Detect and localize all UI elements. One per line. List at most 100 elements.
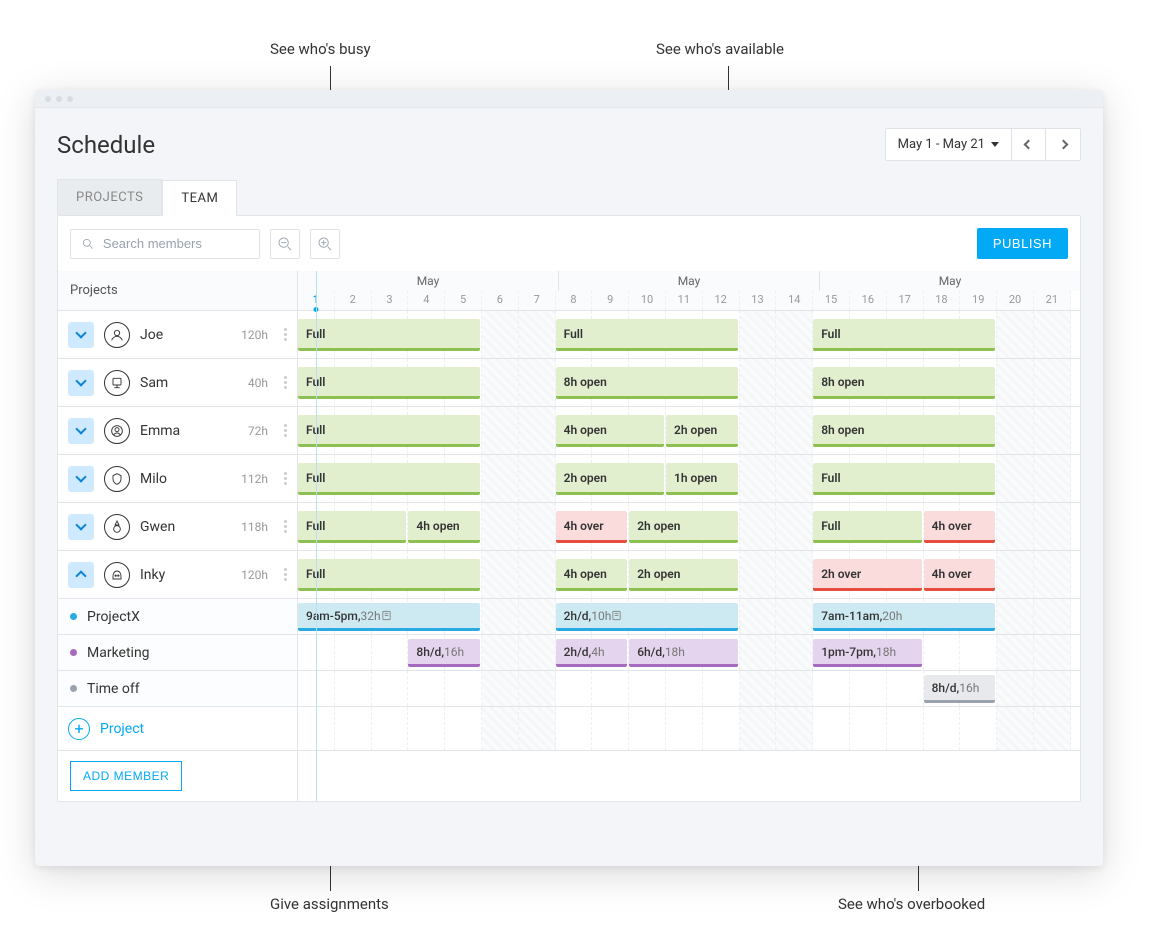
add-project-row[interactable]: + Project — [58, 707, 297, 751]
avatar-icon — [104, 418, 130, 444]
window-titlebar — [35, 90, 1103, 108]
schedule-bar[interactable]: 4h over — [924, 511, 996, 543]
date-range-picker[interactable]: May 1 - May 21 — [886, 129, 1012, 160]
tab-projects[interactable]: PROJECTS — [57, 179, 162, 215]
member-row: Milo 112h — [58, 455, 297, 503]
expand-toggle[interactable] — [68, 466, 94, 492]
schedule-bar[interactable]: 7am-11am, 20h — [813, 603, 995, 631]
schedule-bar[interactable]: 8h open — [813, 367, 995, 399]
add-member-button[interactable]: ADD MEMBER — [70, 761, 182, 791]
member-row: Emma 72h — [58, 407, 297, 455]
annotation-assign: Give assignments — [270, 895, 389, 913]
day-header: 10 — [629, 291, 666, 310]
more-menu[interactable] — [284, 520, 287, 533]
timeline-row-empty — [298, 707, 1080, 751]
member-row: Inky 120h — [58, 551, 297, 599]
member-name: Gwen — [140, 519, 175, 535]
zoom-in-button[interactable] — [310, 229, 340, 259]
schedule-bar[interactable]: Full — [298, 463, 480, 495]
expand-toggle[interactable] — [68, 370, 94, 396]
plus-circle-icon: + — [68, 718, 90, 740]
timeline-row: Full4h open4h over2h openFull4h over — [298, 503, 1080, 551]
month-label: May — [820, 271, 1080, 291]
schedule-bar[interactable]: 8h open — [556, 367, 738, 399]
schedule-bar[interactable]: 2h open — [629, 559, 737, 591]
expand-toggle[interactable] — [68, 562, 94, 588]
member-hours: 112h — [241, 472, 268, 486]
schedule-bar[interactable]: 4h over — [924, 559, 996, 591]
annotation-over: See who's overbooked — [838, 895, 985, 913]
day-header: 12 — [703, 291, 740, 310]
schedule-bar[interactable]: Full — [813, 319, 995, 351]
timeline-row: Full 4h open2h open 2h over4h over — [298, 551, 1080, 599]
day-header: 13 — [740, 291, 777, 310]
day-header: 18 — [924, 291, 961, 310]
prev-button[interactable] — [1012, 129, 1046, 160]
search-input[interactable] — [103, 236, 249, 251]
more-menu[interactable] — [284, 328, 287, 341]
schedule-bar[interactable]: 9am-5pm, 32h — [298, 603, 480, 631]
more-menu[interactable] — [284, 376, 287, 389]
day-header: 14 — [776, 291, 813, 310]
day-header: 4 — [408, 291, 445, 310]
schedule-bar[interactable]: Full — [813, 463, 995, 495]
chevron-left-icon — [1024, 140, 1034, 150]
day-header: 16 — [850, 291, 887, 310]
schedule-bar[interactable]: 6h/d, 18h — [629, 639, 737, 667]
more-menu[interactable] — [284, 568, 287, 581]
caret-down-icon — [991, 142, 999, 147]
schedule-bar[interactable]: 2h open — [556, 463, 664, 495]
expand-toggle[interactable] — [68, 514, 94, 540]
more-menu[interactable] — [284, 424, 287, 437]
schedule-bar[interactable]: 2h/d, 4h — [556, 639, 628, 667]
schedule-bar[interactable]: Full — [298, 559, 480, 591]
schedule-bar[interactable]: 4h over — [556, 511, 628, 543]
schedule-bar[interactable]: 1h open — [666, 463, 738, 495]
day-header: 15 — [813, 291, 850, 310]
schedule-bar[interactable]: Full — [298, 367, 480, 399]
schedule-bar[interactable]: 2h open — [629, 511, 737, 543]
schedule-bar[interactable]: Full — [298, 319, 480, 351]
schedule-bar[interactable]: Full — [298, 415, 480, 447]
avatar-icon — [104, 562, 130, 588]
search-box[interactable] — [70, 229, 260, 259]
schedule-bar[interactable]: Full — [298, 511, 406, 543]
current-day-marker — [316, 271, 317, 801]
schedule-bar[interactable]: 8h/d, 16h — [408, 639, 480, 667]
member-hours: 72h — [248, 424, 268, 438]
tab-team[interactable]: TEAM — [162, 180, 237, 216]
schedule-bar[interactable]: 4h open — [408, 511, 480, 543]
schedule-bar[interactable]: Full — [813, 511, 921, 543]
schedule-bar[interactable]: Full — [556, 319, 738, 351]
member-hours: 118h — [241, 520, 268, 534]
project-name: Marketing — [87, 645, 150, 661]
member-name: Sam — [140, 375, 168, 391]
zoom-out-button[interactable] — [270, 229, 300, 259]
schedule-bar[interactable]: 4h open — [556, 415, 664, 447]
schedule-bar[interactable]: 1pm-7pm, 18h — [813, 639, 921, 667]
member-row: Joe 120h — [58, 311, 297, 359]
search-icon — [81, 236, 95, 252]
day-header: 3 — [372, 291, 409, 310]
schedule-bar[interactable]: 8h open — [813, 415, 995, 447]
expand-toggle[interactable] — [68, 418, 94, 444]
avatar-icon — [104, 322, 130, 348]
day-header: 6 — [482, 291, 519, 310]
next-button[interactable] — [1046, 129, 1080, 160]
annotation-available: See who's available — [656, 40, 784, 58]
schedule-bar[interactable]: 4h open — [556, 559, 628, 591]
member-name: Emma — [140, 423, 180, 439]
schedule-bar[interactable]: 8h/d, 16h — [924, 675, 996, 703]
timeline-row: Full 8h open 8h open — [298, 359, 1080, 407]
schedule-bar[interactable]: 2h over — [813, 559, 921, 591]
more-menu[interactable] — [284, 472, 287, 485]
schedule-bar[interactable]: 2h open — [666, 415, 738, 447]
timeline-subrow: 8h/d, 16h — [298, 671, 1080, 707]
day-header: 19 — [960, 291, 997, 310]
schedule-bar[interactable]: 2h/d, 10h — [556, 603, 738, 631]
expand-toggle[interactable] — [68, 322, 94, 348]
add-project-label: Project — [100, 721, 144, 737]
note-icon — [611, 610, 622, 621]
project-name: ProjectX — [87, 609, 140, 625]
publish-button[interactable]: PUBLISH — [977, 228, 1068, 259]
